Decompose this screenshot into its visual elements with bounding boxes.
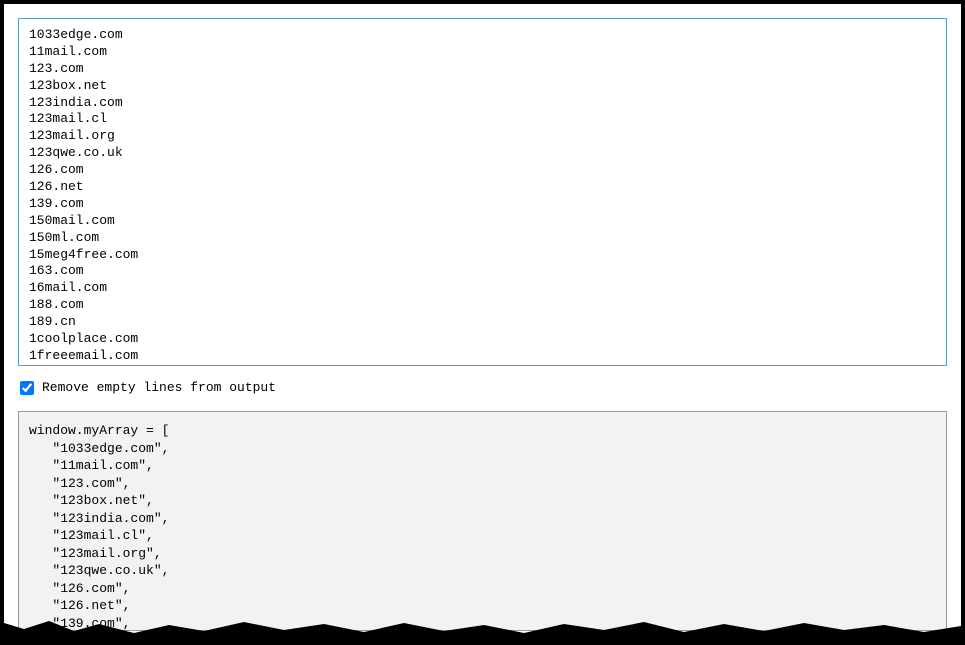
- remove-empty-lines-label: Remove empty lines from output: [42, 380, 276, 395]
- main-container: 1033edge.com 11mail.com 123.com 123box.n…: [4, 4, 961, 641]
- checkbox-row: Remove empty lines from output: [18, 380, 947, 395]
- input-textarea[interactable]: 1033edge.com 11mail.com 123.com 123box.n…: [18, 18, 947, 366]
- output-code: window.myArray = [ "1033edge.com", "11ma…: [18, 411, 947, 631]
- remove-empty-lines-checkbox[interactable]: [20, 381, 34, 395]
